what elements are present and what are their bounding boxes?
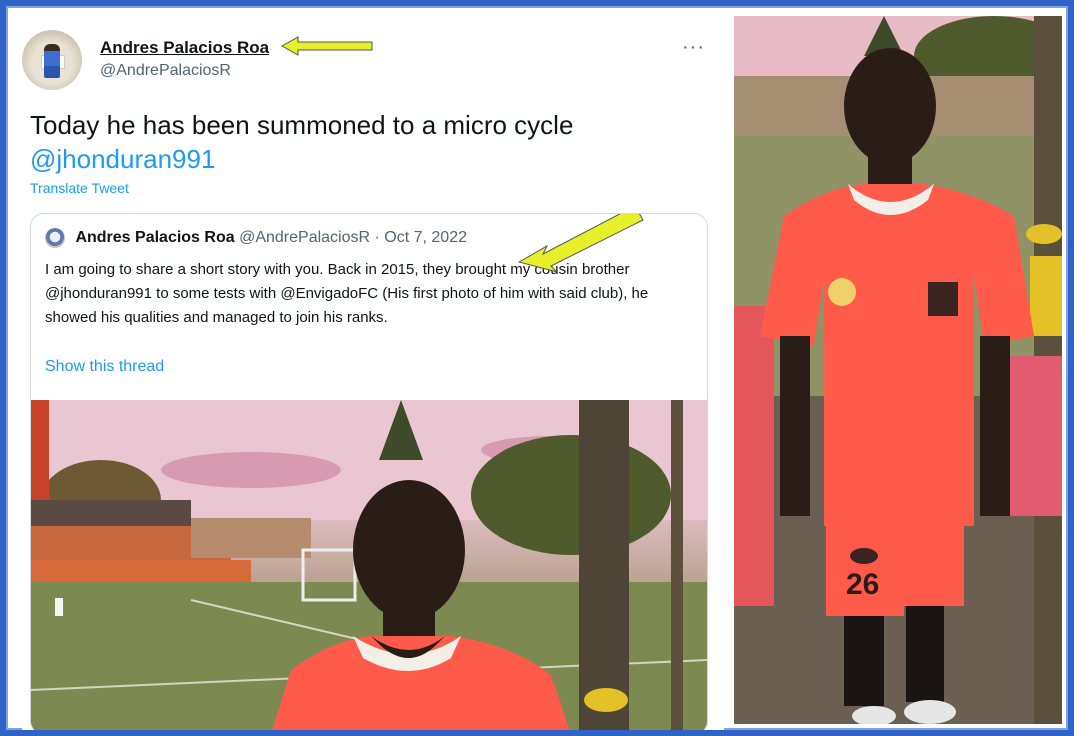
tweet-mention-link[interactable]: @jhonduran991 [30,142,573,176]
yellow-arrow-icon [280,36,373,56]
tweet-card: Andres Palacios Roa @AndrePalaciosR ··· … [22,20,724,730]
quoted-photo[interactable] [31,400,707,730]
author-name[interactable]: Andres Palacios Roa [100,38,269,58]
quoted-header: Andres Palacios Roa @AndrePalaciosR · Oc… [45,228,467,248]
tweet-text: Today he has been summoned to a micro cy… [30,108,573,176]
jersey-number: 26 [846,568,879,601]
author-handle[interactable]: @AndrePalaciosR [100,62,231,80]
boy-in-jersey-scene: 26 [734,16,1062,724]
quoted-date[interactable]: Oct 7, 2022 [384,229,467,246]
more-options-icon[interactable]: ··· [682,36,705,59]
stadium-scene [31,400,707,730]
quoted-author-handle[interactable]: @AndrePalaciosR [239,229,370,246]
show-thread-link[interactable]: Show this thread [45,358,164,376]
quoted-tweet[interactable]: Andres Palacios Roa @AndrePalaciosR · Oc… [30,213,708,730]
quoted-author-name[interactable]: Andres Palacios Roa [75,229,234,246]
avatar-figure [44,44,60,78]
quoted-avatar[interactable] [45,228,65,248]
yellow-arrow-icon [517,214,644,273]
quoted-separator: · [374,229,380,247]
tweet-text-body: Today he has been summoned to a micro cy… [30,110,574,140]
image-frame: Andres Palacios Roa @AndrePalaciosR ··· … [6,6,1068,730]
translate-tweet-link[interactable]: Translate Tweet [30,180,129,196]
side-photo[interactable]: 26 [734,16,1062,724]
author-avatar[interactable] [22,30,82,90]
